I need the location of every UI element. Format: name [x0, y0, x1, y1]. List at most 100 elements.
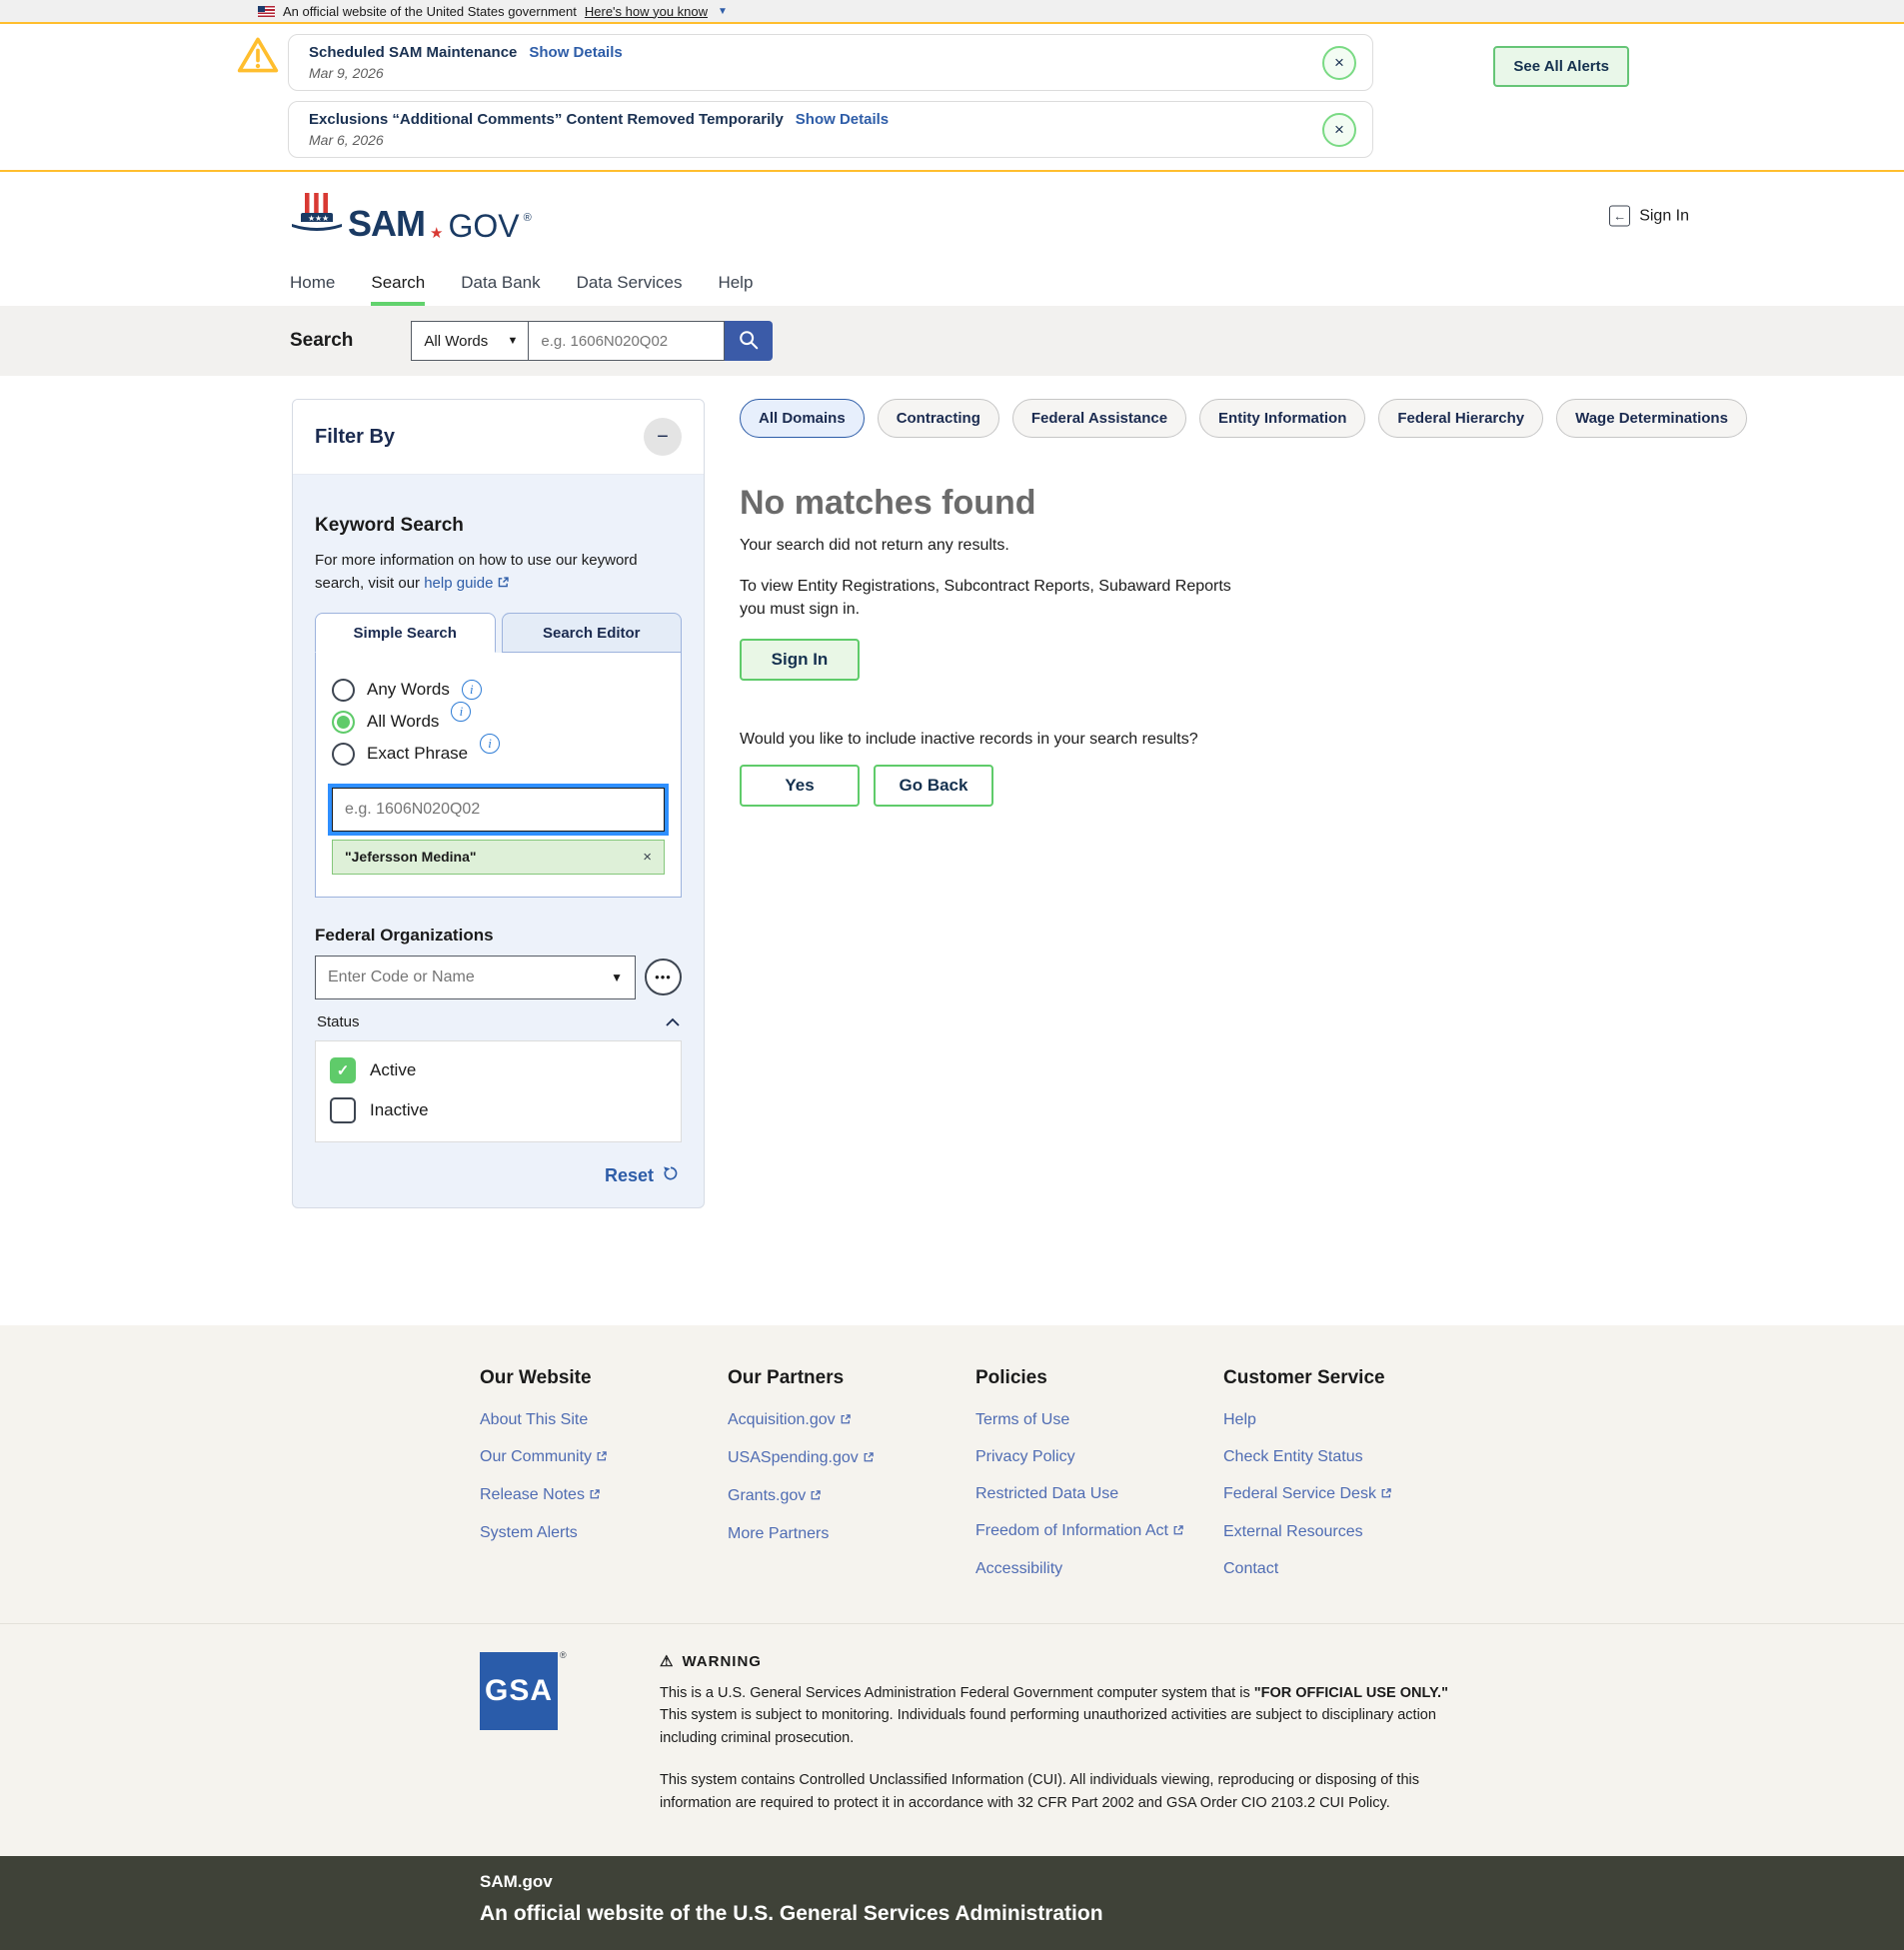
identity-footer: SAM.gov An official website of the U.S. … [0, 1856, 1904, 1950]
search-mode-select[interactable]: All Words ▼ [411, 321, 529, 361]
alert-row: Exclusions “Additional Comments” Content… [0, 101, 1904, 158]
domain-pills: All Domains Contracting Federal Assistan… [740, 399, 1869, 438]
nav-item-data-bank[interactable]: Data Bank [461, 260, 540, 306]
warning-triangle-icon: ⚠ [660, 1652, 674, 1670]
sign-in-arrow-icon: ← [1609, 206, 1630, 227]
results-area: All Domains Contracting Federal Assistan… [740, 399, 1869, 807]
footer-link-system-alerts[interactable]: System Alerts [480, 1524, 728, 1542]
footer-col-customer-service: Customer Service Help Check Entity Statu… [1223, 1367, 1471, 1597]
collapse-filters-button[interactable]: − [644, 418, 682, 456]
logo-registered-mark: ® [524, 212, 532, 224]
footer-link-privacy-policy[interactable]: Privacy Policy [975, 1448, 1223, 1466]
keyword-search-heading: Keyword Search [315, 515, 682, 537]
footer-heading: Our Website [480, 1367, 728, 1389]
close-icon[interactable]: × [1322, 113, 1356, 147]
reset-icon[interactable] [662, 1164, 680, 1187]
footer-link-more-partners[interactable]: More Partners [728, 1525, 975, 1543]
external-link-icon [863, 1450, 875, 1468]
see-all-alerts-button[interactable]: See All Alerts [1493, 46, 1629, 87]
footer-link-restricted-data-use[interactable]: Restricted Data Use [975, 1485, 1223, 1503]
no-matches-heading: No matches found [740, 484, 1869, 523]
search-submit-button[interactable] [725, 321, 773, 361]
footer-link-contact[interactable]: Contact [1223, 1560, 1471, 1578]
footer-link-about-this-site[interactable]: About This Site [480, 1411, 728, 1429]
alert-card: Exclusions “Additional Comments” Content… [288, 101, 1373, 158]
sign-in-required-message: To view Entity Registrations, Subcontrac… [740, 575, 1239, 621]
footer-link-help[interactable]: Help [1223, 1411, 1471, 1429]
alert-title: Exclusions “Additional Comments” Content… [309, 111, 784, 128]
pill-entity-information[interactable]: Entity Information [1199, 399, 1365, 438]
pill-wage-determinations[interactable]: Wage Determinations [1556, 399, 1747, 438]
footer-col-policies: Policies Terms of Use Privacy Policy Res… [975, 1367, 1223, 1597]
show-details-link[interactable]: Show Details [529, 44, 622, 61]
search-input[interactable] [529, 321, 725, 361]
site-header: ★ ★ ★ SAM ★ GOV ® ← Sign In [0, 172, 1904, 260]
site-footer: Our Website About This Site Our Communit… [0, 1325, 1904, 1856]
inactive-checkbox[interactable] [330, 1097, 356, 1123]
sam-gov-logo[interactable]: ★ ★ ★ SAM ★ GOV ® [290, 191, 532, 242]
pill-federal-hierarchy[interactable]: Federal Hierarchy [1378, 399, 1543, 438]
footer-link-check-entity-status[interactable]: Check Entity Status [1223, 1448, 1471, 1466]
exact-phrase-radio[interactable] [332, 743, 355, 766]
footer-link-our-community[interactable]: Our Community [480, 1448, 728, 1467]
pill-all-domains[interactable]: All Domains [740, 399, 865, 438]
yes-button[interactable]: Yes [740, 765, 860, 807]
info-icon[interactable]: i [480, 734, 500, 754]
all-words-radio[interactable] [332, 711, 355, 734]
nav-item-search[interactable]: Search [371, 260, 425, 306]
us-flag-icon [258, 6, 275, 17]
chevron-up-icon[interactable] [666, 1013, 680, 1031]
status-box: ✓ Active Inactive [315, 1040, 682, 1142]
sign-in-link[interactable]: ← Sign In [1609, 206, 1689, 227]
footer-link-acquisition-gov[interactable]: Acquisition.gov [728, 1411, 975, 1430]
close-icon[interactable]: × [1322, 46, 1356, 80]
info-icon[interactable]: i [451, 702, 471, 722]
go-back-button[interactable]: Go Back [874, 765, 993, 807]
footer-link-foia[interactable]: Freedom of Information Act [975, 1522, 1223, 1541]
how-you-know-link[interactable]: Here's how you know [585, 4, 708, 19]
external-link-icon [810, 1488, 822, 1506]
pill-federal-assistance[interactable]: Federal Assistance [1012, 399, 1186, 438]
keyword-input[interactable] [332, 788, 665, 832]
tab-simple-search[interactable]: Simple Search [315, 613, 496, 653]
alerts-section: Scheduled SAM Maintenance Show Details M… [0, 24, 1904, 172]
pill-contracting[interactable]: Contracting [878, 399, 999, 438]
main-content: Filter By − Keyword Search For more info… [0, 376, 1904, 1325]
gsa-warning-section: GSA ® ⚠ WARNING This is a U.S. General S… [480, 1624, 1904, 1856]
status-inactive-row[interactable]: Inactive [330, 1097, 667, 1123]
logo-star-icon: ★ [430, 226, 443, 241]
search-icon [738, 329, 760, 354]
active-label: Active [370, 1060, 416, 1080]
show-details-link[interactable]: Show Details [796, 111, 889, 128]
footer-col-our-website: Our Website About This Site Our Communit… [480, 1367, 728, 1597]
nav-item-home[interactable]: Home [290, 260, 335, 306]
reset-filters-link[interactable]: Reset [605, 1165, 654, 1186]
inactive-label: Inactive [370, 1100, 429, 1120]
active-checkbox[interactable]: ✓ [330, 1057, 356, 1083]
more-options-button[interactable]: ••• [645, 959, 682, 995]
federal-organizations-select[interactable]: Enter Code or Name ▼ [315, 956, 636, 999]
exact-phrase-label: Exact Phrase [367, 744, 468, 764]
footer-link-federal-service-desk[interactable]: Federal Service Desk [1223, 1485, 1471, 1504]
nav-item-help[interactable]: Help [718, 260, 753, 306]
footer-link-terms-of-use[interactable]: Terms of Use [975, 1411, 1223, 1429]
footer-link-release-notes[interactable]: Release Notes [480, 1486, 728, 1505]
help-guide-link[interactable]: help guide [424, 575, 493, 592]
status-active-row[interactable]: ✓ Active [330, 1057, 667, 1083]
sign-in-button[interactable]: Sign In [740, 639, 860, 681]
warning-label: WARNING [682, 1653, 762, 1670]
keyword-chip: "Jefersson Medina" × [332, 840, 665, 875]
footer-link-usaspending-gov[interactable]: USASpending.gov [728, 1449, 975, 1468]
nav-item-data-services[interactable]: Data Services [577, 260, 683, 306]
external-link-icon [596, 1449, 608, 1467]
footer-link-external-resources[interactable]: External Resources [1223, 1523, 1471, 1541]
footer-col-our-partners: Our Partners Acquisition.gov USASpending… [728, 1367, 975, 1597]
any-words-radio[interactable] [332, 679, 355, 702]
footer-link-grants-gov[interactable]: Grants.gov [728, 1487, 975, 1506]
footer-link-accessibility[interactable]: Accessibility [975, 1560, 1223, 1578]
info-icon[interactable]: i [462, 680, 482, 700]
remove-chip-icon[interactable]: × [643, 849, 652, 866]
alert-date: Mar 6, 2026 [309, 132, 1312, 148]
external-link-icon [589, 1487, 601, 1505]
tab-search-editor[interactable]: Search Editor [502, 613, 683, 653]
